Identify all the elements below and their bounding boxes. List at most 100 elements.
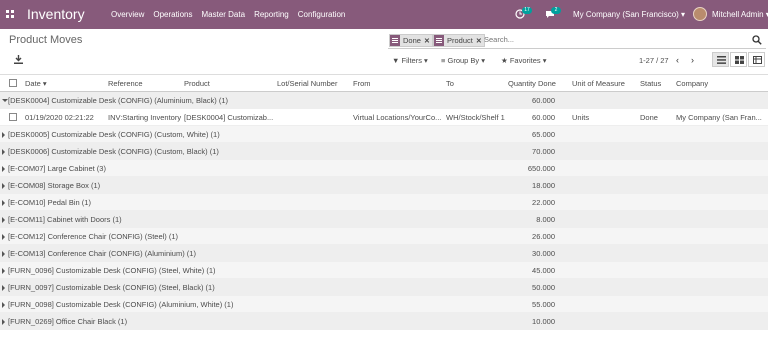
kanban-icon <box>735 56 744 64</box>
group-quantity: 50.000 <box>532 283 555 292</box>
pager-value[interactable]: 1-27 / 27 <box>639 56 669 65</box>
group-by-icon: ≡ <box>441 56 446 65</box>
group-label: [DESK0004] Customizable Desk (CONFIG) (A… <box>8 96 229 105</box>
caret-right-icon <box>2 132 5 138</box>
search-icon[interactable] <box>752 35 762 45</box>
group-quantity: 65.000 <box>532 130 555 139</box>
cell-quantity: 60.000 <box>532 113 555 122</box>
column-header-product[interactable]: Product <box>184 79 210 88</box>
facet-done: Done ✕ <box>389 34 433 47</box>
group-quantity: 30.000 <box>532 249 555 258</box>
caret-right-icon <box>2 200 5 206</box>
menu-overview[interactable]: Overview <box>111 10 144 19</box>
group-quantity: 18.000 <box>532 181 555 190</box>
group-label: [FURN_0096] Customizable Desk (CONFIG) (… <box>8 266 216 275</box>
table-header: Date ▾ Reference Product Lot/Serial Numb… <box>0 75 768 92</box>
caret-right-icon <box>2 234 5 240</box>
filters-button[interactable]: ▼ Filters ▾ <box>392 56 428 65</box>
group-row[interactable]: [FURN_0098] Customizable Desk (CONFIG) (… <box>0 296 768 313</box>
column-label: Date <box>25 79 41 88</box>
group-quantity: 26.000 <box>532 232 555 241</box>
select-all-checkbox[interactable] <box>9 79 17 87</box>
search-input[interactable] <box>484 35 744 44</box>
group-label: [E-COM12] Conference Chair (CONFIG) (Ste… <box>8 232 179 241</box>
menu-operations[interactable]: Operations <box>153 10 192 19</box>
group-row[interactable]: [E-COM07] Large Cabinet (3) 650.000 <box>0 160 768 177</box>
pager-next-icon[interactable]: › <box>691 55 694 65</box>
column-header-status[interactable]: Status <box>640 79 661 88</box>
group-quantity: 70.000 <box>532 147 555 156</box>
group-row[interactable]: [E-COM12] Conference Chair (CONFIG) (Ste… <box>0 228 768 245</box>
group-label: [E-COM13] Conference Chair (CONFIG) (Alu… <box>8 249 196 258</box>
group-by-button[interactable]: ≡ Group By ▾ <box>441 56 485 65</box>
group-row[interactable]: [FURN_0097] Customizable Desk (CONFIG) (… <box>0 279 768 296</box>
menu-master-data[interactable]: Master Data <box>201 10 245 19</box>
column-header-quantity[interactable]: Quantity Done <box>508 79 556 88</box>
column-header-from[interactable]: From <box>353 79 371 88</box>
moves-table: Date ▾ Reference Product Lot/Serial Numb… <box>0 75 768 330</box>
company-switcher[interactable]: My Company (San Francisco) ▾ <box>573 10 685 19</box>
group-quantity: 8.000 <box>536 215 555 224</box>
group-quantity: 10.000 <box>532 317 555 326</box>
group-row[interactable]: [E-COM13] Conference Chair (CONFIG) (Alu… <box>0 245 768 262</box>
column-header-company[interactable]: Company <box>676 79 708 88</box>
favorites-label: Favorites <box>509 56 541 65</box>
filters-label: Filters <box>401 56 422 65</box>
group-label: [E-COM08] Storage Box (1) <box>8 181 101 190</box>
facet-product: Product ✕ <box>433 34 485 47</box>
group-label: [E-COM07] Large Cabinet (3) <box>8 164 106 173</box>
group-quantity: 60.000 <box>532 96 555 105</box>
star-icon: ★ <box>501 56 508 65</box>
column-header-lot[interactable]: Lot/Serial Number <box>277 79 337 88</box>
menu-reporting[interactable]: Reporting <box>254 10 289 19</box>
user-menu[interactable]: Mitchell Admin ▾ <box>712 10 768 19</box>
groupby-icon <box>434 35 444 46</box>
column-header-uom[interactable]: Unit of Measure <box>572 79 625 88</box>
download-icon[interactable] <box>14 55 23 64</box>
cell-uom: Units <box>572 113 590 122</box>
caret-right-icon <box>2 217 5 223</box>
group-row[interactable]: [DESK0004] Customizable Desk (CONFIG) (A… <box>0 92 768 109</box>
column-header-to[interactable]: To <box>446 79 454 88</box>
group-row[interactable]: [FURN_0096] Customizable Desk (CONFIG) (… <box>0 262 768 279</box>
remove-facet-icon[interactable]: ✕ <box>424 37 430 45</box>
list-view-button[interactable] <box>712 52 729 67</box>
cell-reference: INV:Starting Inventory <box>108 113 182 122</box>
group-quantity: 45.000 <box>532 266 555 275</box>
user-name: Mitchell Admin <box>712 10 764 19</box>
remove-facet-icon[interactable]: ✕ <box>476 37 482 45</box>
favorites-button[interactable]: ★ Favorites ▾ <box>501 56 547 65</box>
group-label: [E-COM11] Cabinet with Doors (1) <box>8 215 122 224</box>
pivot-table-icon <box>753 56 762 64</box>
page-title: Product Moves <box>9 34 83 46</box>
pager-previous-icon[interactable]: ‹ <box>676 55 679 65</box>
group-label: [DESK0006] Customizable Desk (CONFIG) (C… <box>8 147 219 156</box>
app-title[interactable]: Inventory <box>27 6 85 22</box>
filter-icon <box>390 35 400 46</box>
cell-product: [DESK0004] Customizab... <box>184 113 274 122</box>
main-menu: Overview Operations Master Data Reportin… <box>111 10 354 19</box>
caret-right-icon <box>2 285 5 291</box>
list-icon <box>717 56 726 64</box>
menu-configuration[interactable]: Configuration <box>298 10 346 19</box>
group-row[interactable]: [E-COM08] Storage Box (1) 18.000 <box>0 177 768 194</box>
caret-right-icon <box>2 302 5 308</box>
column-header-reference[interactable]: Reference <box>108 79 143 88</box>
caret-right-icon <box>2 166 5 172</box>
group-quantity: 22.000 <box>532 198 555 207</box>
kanban-view-button[interactable] <box>730 52 747 67</box>
table-row[interactable]: 01/19/2020 02:21:22 INV:Starting Invento… <box>0 109 768 126</box>
pivot-view-button[interactable] <box>748 52 765 67</box>
group-row[interactable]: [DESK0006] Customizable Desk (CONFIG) (C… <box>0 143 768 160</box>
group-row[interactable]: [FURN_0269] Office Chair Black (1) 10.00… <box>0 313 768 330</box>
group-row[interactable]: [E-COM11] Cabinet with Doors (1) 8.000 <box>0 211 768 228</box>
group-row[interactable]: [DESK0005] Customizable Desk (CONFIG) (C… <box>0 126 768 143</box>
row-checkbox[interactable] <box>9 113 17 121</box>
user-avatar[interactable] <box>693 7 707 21</box>
apps-menu-icon[interactable] <box>6 10 14 18</box>
messaging-badge: 2 <box>551 7 561 14</box>
facet-label: Done <box>403 36 421 45</box>
group-row[interactable]: [E-COM10] Pedal Bin (1) 22.000 <box>0 194 768 211</box>
column-header-date[interactable]: Date ▾ <box>25 79 47 88</box>
top-navbar: Inventory Overview Operations Master Dat… <box>0 0 768 29</box>
